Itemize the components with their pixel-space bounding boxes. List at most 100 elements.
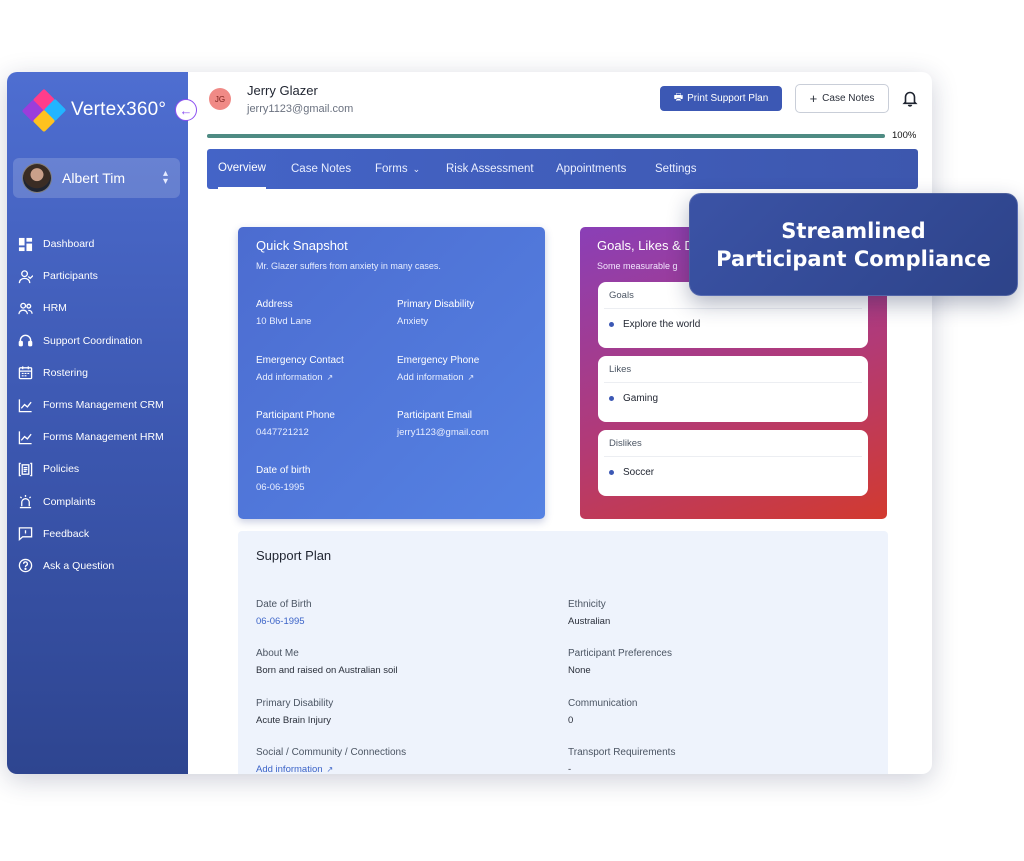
add-emergency-contact-link[interactable]: Add information ↗ bbox=[256, 372, 391, 383]
communication-field: Communication 0 bbox=[568, 698, 848, 726]
chevron-updown-icon: ▴ ▾ bbox=[162, 168, 168, 187]
dislike-text: Soccer bbox=[623, 467, 655, 478]
snapshot-title: Quick Snapshot bbox=[256, 238, 348, 253]
field-value: None bbox=[568, 665, 591, 676]
dob-link[interactable]: 06-06-1995 bbox=[256, 616, 536, 627]
badge-line-1: Streamlined bbox=[781, 218, 926, 243]
sidebar-item-policies[interactable]: Policies bbox=[17, 453, 182, 485]
goals-description: Some measurable g bbox=[597, 261, 678, 271]
sidebar-item-support-coordination[interactable]: Support Coordination bbox=[17, 325, 182, 357]
tab-appointments[interactable]: Appointments bbox=[556, 149, 626, 189]
dashboard-icon bbox=[17, 236, 33, 252]
participant-phone-field: Participant Phone 0447721212 bbox=[256, 410, 391, 438]
goal-text: Explore the world bbox=[623, 319, 701, 330]
tab-case-notes[interactable]: Case Notes bbox=[291, 149, 351, 189]
field-value: Australian bbox=[568, 616, 611, 627]
plan-disability-field: Primary Disability Acute Brain Injury bbox=[256, 698, 536, 726]
sidebar-item-label: Feedback bbox=[43, 527, 90, 540]
participant-avatar: JG bbox=[209, 88, 231, 110]
field-label: About Me bbox=[256, 648, 299, 659]
bell-icon[interactable] bbox=[899, 87, 921, 109]
field-label: Transport Requirements bbox=[568, 747, 676, 758]
field-value: 0447721212 bbox=[256, 427, 309, 438]
chart-icon bbox=[17, 397, 33, 413]
transport-field: Transport Requirements - bbox=[568, 747, 848, 774]
field-label: Emergency Contact bbox=[256, 355, 344, 366]
compliance-badge: Streamlined Participant Compliance bbox=[689, 193, 1018, 296]
user-name: Albert Tim bbox=[62, 170, 126, 186]
app-window: Vertex360° Albert Tim ▴ ▾ Dashboard Part… bbox=[7, 72, 932, 774]
sidebar-item-feedback[interactable]: Feedback bbox=[17, 518, 182, 550]
external-link-icon: ↗ bbox=[326, 765, 334, 774]
plan-dob-field: Date of Birth 06-06-1995 bbox=[256, 599, 536, 627]
sidebar-item-rostering[interactable]: Rostering bbox=[17, 357, 182, 389]
participant-email: jerry1123@gmail.com bbox=[247, 103, 354, 115]
print-support-plan-button[interactable]: 🖶 Print Support Plan bbox=[660, 86, 782, 111]
add-emergency-phone-link[interactable]: Add information ↗ bbox=[397, 372, 532, 383]
sidebar-item-dashboard[interactable]: Dashboard bbox=[17, 228, 182, 260]
feedback-icon bbox=[17, 526, 33, 542]
sidebar-item-forms-crm[interactable]: Forms Management CRM bbox=[17, 389, 182, 421]
policy-icon bbox=[17, 461, 33, 477]
vertex-logo-icon bbox=[21, 88, 67, 133]
sidebar-item-hrm[interactable]: HRM bbox=[17, 292, 182, 324]
user-avatar bbox=[22, 163, 52, 193]
field-value: 06-06-1995 bbox=[256, 482, 305, 493]
social-field: Social / Community / Connections Add inf… bbox=[256, 747, 536, 774]
add-case-notes-button[interactable]: + Case Notes bbox=[795, 84, 889, 113]
list-item: Gaming bbox=[598, 383, 868, 404]
sidebar-item-forms-hrm[interactable]: Forms Management HRM bbox=[17, 421, 182, 453]
participant-header: JG Jerry Glazer jerry1123@gmail.com 🖶 Pr… bbox=[188, 72, 932, 141]
bullet-icon bbox=[609, 322, 614, 327]
progress-bar bbox=[207, 134, 885, 138]
snapshot-description: Mr. Glazer suffers from anxiety in many … bbox=[256, 261, 441, 271]
hrm-icon bbox=[17, 300, 33, 316]
sidebar-item-ask-question[interactable]: Ask a Question bbox=[17, 550, 182, 582]
calendar-icon bbox=[17, 365, 33, 381]
tab-settings[interactable]: Settings bbox=[655, 149, 697, 189]
field-label: Emergency Phone bbox=[397, 355, 480, 366]
list-item: Soccer bbox=[598, 457, 868, 478]
progress-label: 100% bbox=[892, 130, 917, 141]
sidebar-item-label: Policies bbox=[43, 463, 80, 476]
field-value: Born and raised on Australian soil bbox=[256, 665, 398, 676]
sidebar-item-label: Ask a Question bbox=[43, 559, 115, 572]
support-plan-section: Support Plan Date of Birth 06-06-1995 Et… bbox=[238, 531, 888, 774]
link-text: Add information bbox=[397, 372, 464, 383]
field-value: 10 Blvd Lane bbox=[256, 316, 312, 327]
goals-title: Goals, Likes & D bbox=[597, 238, 694, 253]
badge-line-2: Participant Compliance bbox=[716, 246, 991, 271]
sidebar-item-complaints[interactable]: Complaints bbox=[17, 486, 182, 518]
field-label: Date of birth bbox=[256, 465, 311, 476]
like-text: Gaming bbox=[623, 393, 659, 404]
field-label: Participant Preferences bbox=[568, 648, 672, 659]
dob-field: Date of birth 06-06-1995 bbox=[256, 465, 391, 493]
user-switcher[interactable]: Albert Tim ▴ ▾ bbox=[13, 158, 180, 198]
tab-forms-label: Forms bbox=[375, 163, 408, 175]
sidebar-item-label: Support Coordination bbox=[43, 334, 143, 347]
dislikes-heading: Dislikes bbox=[604, 430, 862, 457]
printer-icon: 🖶 bbox=[673, 92, 684, 103]
tab-risk-assessment[interactable]: Risk Assessment bbox=[446, 149, 534, 189]
participants-icon bbox=[17, 268, 33, 284]
app-logo[interactable]: Vertex360° bbox=[21, 88, 173, 133]
add-social-link[interactable]: Add information ↗ bbox=[256, 764, 536, 774]
collapse-sidebar-button[interactable]: ← bbox=[175, 99, 197, 121]
sidebar-nav: Dashboard Participants HRM Support Coord… bbox=[17, 228, 182, 582]
tab-forms[interactable]: Forms ⌄ bbox=[375, 149, 420, 189]
tab-overview[interactable]: Overview bbox=[218, 149, 266, 189]
emergency-contact-field: Emergency Contact Add information ↗ bbox=[256, 355, 391, 383]
sidebar-item-label: Complaints bbox=[43, 495, 96, 508]
sidebar-item-label: HRM bbox=[43, 302, 67, 315]
help-icon bbox=[17, 558, 33, 574]
chevron-down-icon: ⌄ bbox=[412, 163, 421, 174]
quick-snapshot-card: Quick Snapshot Mr. Glazer suffers from a… bbox=[238, 227, 545, 519]
sidebar-item-label: Participants bbox=[43, 270, 98, 283]
external-link-icon: ↗ bbox=[467, 373, 475, 382]
bullet-icon bbox=[609, 396, 614, 401]
emergency-phone-field: Emergency Phone Add information ↗ bbox=[397, 355, 532, 383]
sidebar-item-participants[interactable]: Participants bbox=[17, 260, 182, 292]
progress-fill bbox=[207, 134, 885, 138]
ethnicity-field: Ethnicity Australian bbox=[568, 599, 848, 627]
field-label: Date of Birth bbox=[256, 599, 312, 610]
